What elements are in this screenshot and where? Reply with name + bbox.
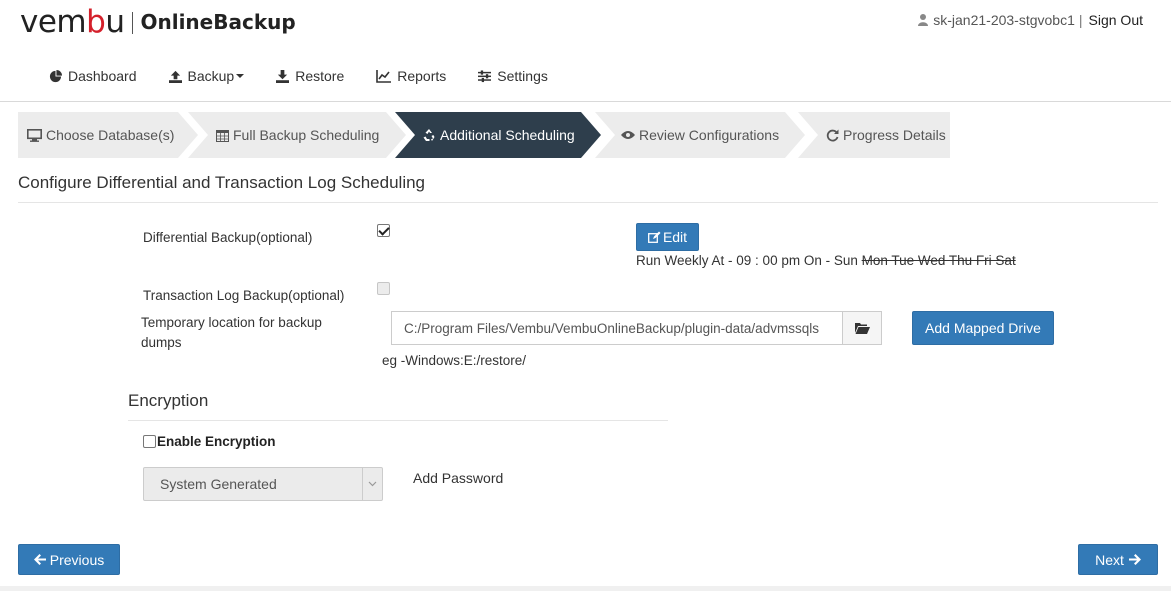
transaction-log-checkbox[interactable] xyxy=(377,282,390,295)
calendar-icon xyxy=(216,129,229,142)
user-divider: | xyxy=(1078,12,1083,28)
step-label-wrap: Review Configurations xyxy=(621,127,779,143)
nav-reports[interactable]: Reports xyxy=(376,68,446,84)
refresh-icon xyxy=(826,129,839,141)
schedule-summary: Run Weekly At - 09 : 00 pm On - Sun Mon … xyxy=(636,253,1016,268)
divider xyxy=(128,420,668,421)
wizard-step-choose-database[interactable]: Choose Database(s) xyxy=(18,112,198,158)
add-mapped-drive-button[interactable]: Add Mapped Drive xyxy=(912,311,1054,345)
wizard-step-additional-scheduling[interactable]: Additional Scheduling xyxy=(395,112,601,158)
previous-button[interactable]: Previous xyxy=(18,544,120,575)
line-chart-icon xyxy=(376,69,392,83)
wizard-step-full-backup-scheduling[interactable]: Full Backup Scheduling xyxy=(188,112,408,158)
step-label: Full Backup Scheduling xyxy=(233,127,380,143)
path-example-hint: eg -Windows:E:/restore/ xyxy=(382,353,527,368)
schedule-off-days: Mon Tue Wed Thu Fri Sat xyxy=(861,253,1016,268)
pie-chart-icon xyxy=(49,69,62,82)
arrow-right-icon xyxy=(1128,554,1141,565)
browse-folder-button[interactable] xyxy=(842,311,882,345)
nav-restore[interactable]: Restore xyxy=(276,68,344,84)
chevron-down-icon xyxy=(362,468,382,500)
arrow-left-icon xyxy=(33,554,46,565)
nav-label: Reports xyxy=(397,68,447,84)
previous-label: Previous xyxy=(49,551,105,568)
differential-backup-checkbox[interactable] xyxy=(377,224,390,237)
divider xyxy=(18,202,1158,203)
logo-product-name: OnlineBackup xyxy=(140,10,296,34)
page-title: Configure Differential and Transaction L… xyxy=(18,173,426,192)
temp-location-input[interactable] xyxy=(391,311,842,345)
step-label: Progress Details xyxy=(843,127,946,143)
schedule-text: Run Weekly At - 09 : 00 pm On - Sun xyxy=(636,253,858,268)
user-icon xyxy=(918,14,929,26)
nav-settings[interactable]: Settings xyxy=(478,68,548,84)
enable-encryption-label: Enable Encryption xyxy=(157,434,276,449)
wizard-step-review-configurations[interactable]: Review Configurations xyxy=(595,112,805,158)
nav-label: Restore xyxy=(295,68,345,84)
differential-backup-label: Differential Backup(optional) xyxy=(143,230,313,245)
logo-divider xyxy=(132,12,134,34)
password-type-select[interactable]: System Generated xyxy=(143,467,383,501)
add-password-label: Add Password xyxy=(413,470,504,486)
upload-icon xyxy=(168,70,182,83)
edit-label: Edit xyxy=(662,229,688,245)
user-menu: sk-jan21-203-stgvobc1 | Sign Out xyxy=(918,12,1143,28)
step-label-wrap: Additional Scheduling xyxy=(422,127,575,143)
step-label-wrap: Choose Database(s) xyxy=(27,127,174,143)
step-label: Additional Scheduling xyxy=(440,127,575,143)
sign-out-link[interactable]: Sign Out xyxy=(1089,12,1143,28)
username: sk-jan21-203-stgvobc1 xyxy=(933,12,1075,28)
next-button[interactable]: Next xyxy=(1078,544,1158,575)
app-header: vembu OnlineBackup sk-jan21-203-stgvobc1… xyxy=(0,0,1171,102)
next-label: Next xyxy=(1095,551,1124,568)
transaction-log-label: Transaction Log Backup(optional) xyxy=(143,288,345,303)
step-label: Review Configurations xyxy=(639,127,780,143)
temp-location-label: Temporary location for backup dumps xyxy=(141,315,322,350)
nav-label: Backup xyxy=(187,68,235,84)
select-value: System Generated xyxy=(160,476,277,492)
step-label: Choose Database(s) xyxy=(46,127,175,143)
recycle-icon xyxy=(423,129,435,141)
chevron-down-icon xyxy=(236,74,245,78)
nav-label: Dashboard xyxy=(68,68,137,84)
logo-wordmark: vembu xyxy=(20,4,125,40)
download-icon xyxy=(276,69,290,83)
folder-open-icon xyxy=(854,323,870,334)
edit-schedule-button[interactable]: Edit xyxy=(636,223,699,251)
main-nav: Dashboard Backup Restore Reports Setting… xyxy=(49,68,580,84)
sliders-icon xyxy=(478,69,492,82)
step-label-wrap: Full Backup Scheduling xyxy=(216,127,379,143)
nav-dashboard[interactable]: Dashboard xyxy=(49,68,137,84)
nav-backup[interactable]: Backup xyxy=(168,68,245,84)
wizard-step-progress-details[interactable]: Progress Details xyxy=(798,112,950,158)
enable-encryption-checkbox[interactable] xyxy=(143,435,156,448)
encryption-title: Encryption xyxy=(128,391,209,410)
temp-location-group xyxy=(391,311,882,345)
nav-label: Settings xyxy=(497,68,548,84)
step-label-wrap: Progress Details xyxy=(826,127,946,143)
enable-encryption-row[interactable]: Enable Encryption xyxy=(143,434,276,449)
footer-bar xyxy=(0,586,1171,591)
monitor-icon xyxy=(27,128,42,142)
eye-icon xyxy=(621,131,635,139)
wizard-steps: Choose Database(s) Full Backup Schedulin… xyxy=(18,112,950,158)
vembu-logo[interactable]: vembu OnlineBackup xyxy=(20,4,296,40)
edit-icon xyxy=(647,231,661,243)
